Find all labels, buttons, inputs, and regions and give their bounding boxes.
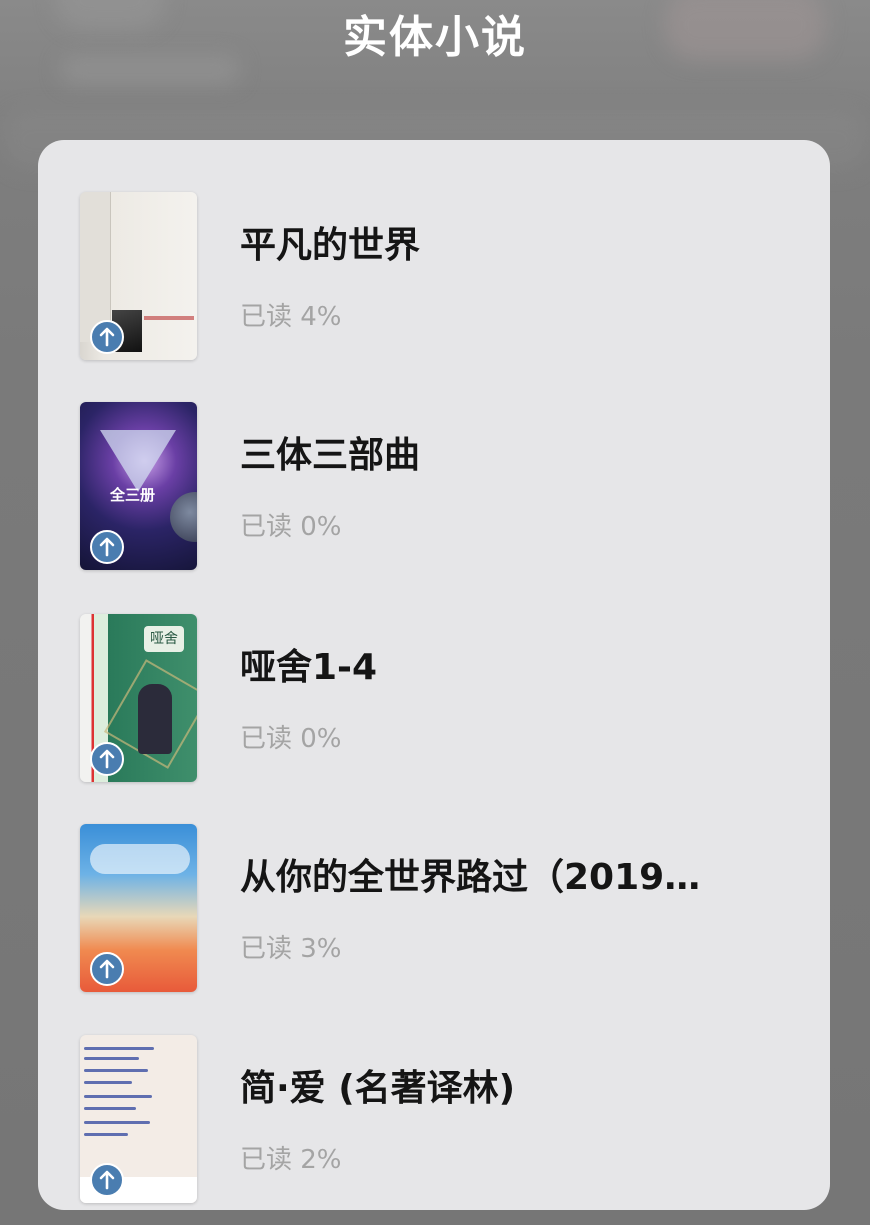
cover-art [170, 492, 197, 542]
reading-progress: 已读 0% [240, 512, 342, 542]
cover-art [84, 1069, 148, 1072]
cover-art [84, 1133, 128, 1136]
cover-art [144, 316, 194, 320]
cover-art [100, 430, 176, 492]
cover-art [90, 844, 190, 874]
arrow-up-icon [90, 1163, 124, 1197]
book-item[interactable]: 平凡的世界 已读 4% [38, 192, 830, 362]
cover-art [138, 684, 172, 754]
arrow-up-icon [90, 530, 124, 564]
book-title[interactable]: 平凡的世界 [240, 224, 800, 268]
book-cover[interactable] [80, 192, 197, 360]
book-item[interactable]: 哑舍 哑舍1-4 已读 0% [38, 614, 830, 784]
book-cover[interactable]: 哑舍 [80, 614, 197, 782]
book-title[interactable]: 从你的全世界路过（2019… [240, 856, 800, 900]
arrow-up-icon [90, 742, 124, 776]
book-item[interactable]: 全三册 三体三部曲 已读 0% [38, 402, 830, 572]
cover-art [84, 1057, 139, 1060]
book-item[interactable]: 从你的全世界路过（2019… 已读 3% [38, 824, 830, 994]
reading-progress: 已读 4% [240, 302, 342, 332]
cover-art [84, 1047, 154, 1050]
book-cover[interactable] [80, 1035, 197, 1203]
reading-progress: 已读 3% [240, 934, 342, 964]
book-title[interactable]: 三体三部曲 [240, 434, 800, 478]
book-cover[interactable] [80, 824, 197, 992]
arrow-up-icon [90, 952, 124, 986]
cover-label: 哑舍 [144, 626, 184, 652]
cover-art [84, 1081, 132, 1084]
cover-art [84, 1107, 136, 1110]
cover-art [84, 1121, 150, 1124]
folder-panel: 平凡的世界 已读 4% 全三册 三体三部曲 已读 0% 哑舍 哑舍1-4 已读 … [38, 140, 830, 1210]
cover-label: 全三册 [110, 486, 156, 504]
book-title[interactable]: 哑舍1-4 [240, 646, 800, 690]
cover-art [84, 1095, 152, 1098]
book-title[interactable]: 简·爱 (名著译林) [240, 1067, 800, 1111]
reading-progress: 已读 0% [240, 724, 342, 754]
book-cover[interactable]: 全三册 [80, 402, 197, 570]
folder-title[interactable]: 实体小说 [0, 6, 870, 70]
book-item[interactable]: 简·爱 (名著译林) 已读 2% [38, 1035, 830, 1205]
reading-progress: 已读 2% [240, 1145, 342, 1175]
arrow-up-icon [90, 320, 124, 354]
